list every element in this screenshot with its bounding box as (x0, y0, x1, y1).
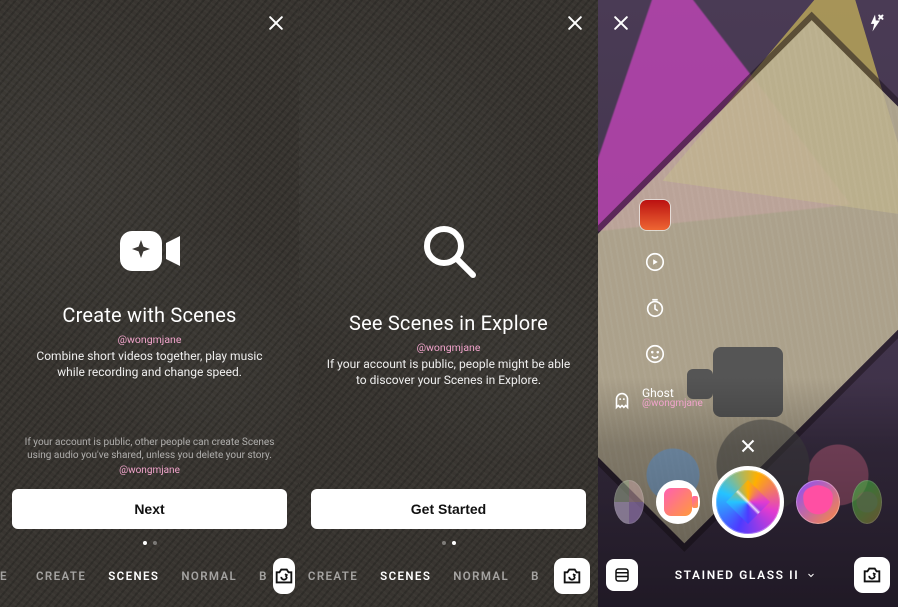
switch-camera-button[interactable] (554, 558, 590, 594)
effect-thumb[interactable] (614, 480, 644, 524)
mode-normal[interactable]: NORMAL (453, 569, 509, 583)
mode-partial-left[interactable]: E (0, 569, 14, 583)
switch-camera-button[interactable] (273, 558, 295, 594)
mode-scenes[interactable]: SCENES (380, 569, 431, 583)
switch-camera-button[interactable] (854, 557, 890, 593)
search-icon (417, 219, 481, 287)
speed-icon[interactable] (641, 248, 669, 276)
scenes-camera-icon (114, 227, 186, 279)
close-icon[interactable] (263, 10, 289, 36)
chevron-down-icon (805, 569, 817, 581)
timer-icon[interactable] (641, 294, 669, 322)
effect-tools-column: Ghost @wongmjane (608, 200, 703, 414)
mode-partial-right[interactable]: B (259, 569, 273, 583)
camera-effects-panel: Ghost @wongmjane STAINED GLASS II (598, 0, 898, 607)
onboarding-footnote: If your account is public, other people … (12, 436, 287, 477)
flash-icon[interactable] (862, 10, 888, 36)
camera-mode-row: E CREATE SCENES NORMAL B (0, 557, 299, 595)
onboarding-panel-1: Create with Scenes @wongmjane Combine sh… (0, 0, 299, 607)
mode-scenes[interactable]: SCENES (108, 569, 159, 583)
mode-create[interactable]: CREATE (36, 569, 86, 583)
mode-create[interactable]: CREATE (308, 569, 358, 583)
watermark: @wongmjane (642, 398, 703, 409)
effect-name-dropdown[interactable]: STAINED GLASS II (638, 568, 854, 582)
effects-carousel[interactable] (598, 463, 898, 541)
onboarding-subtitle: If your account is public, people might … (323, 356, 574, 388)
onboarding-title: See Scenes in Explore (349, 311, 548, 335)
onboarding-title: Create with Scenes (62, 303, 236, 327)
camera-mode-row: CREATE SCENES NORMAL B (299, 557, 598, 595)
onboarding-subtitle: Combine short videos together, play musi… (24, 348, 275, 380)
ghost-icon[interactable] (608, 386, 636, 414)
effects-smiley-icon[interactable] (641, 340, 669, 368)
watermark: @wongmjane (118, 333, 182, 346)
watermark: @wongmjane (12, 464, 287, 477)
page-indicator (0, 541, 299, 545)
onboarding-panel-2: See Scenes in Explore @wongmjane If your… (299, 0, 598, 607)
dismiss-effect-icon[interactable] (737, 435, 759, 457)
mode-partial-right[interactable]: B (531, 569, 545, 583)
page-indicator (299, 541, 598, 545)
effect-thumb[interactable] (852, 480, 882, 524)
audio-thumbnail[interactable] (640, 200, 670, 230)
effects-gallery-button[interactable] (606, 559, 638, 591)
get-started-button[interactable]: Get Started (311, 489, 586, 529)
next-button[interactable]: Next (12, 489, 287, 529)
watermark: @wongmjane (417, 341, 481, 354)
effect-thumb-scenes[interactable] (656, 480, 700, 524)
effect-thumb[interactable] (796, 480, 840, 524)
shutter-effect-selected[interactable] (712, 466, 784, 538)
close-icon[interactable] (608, 10, 634, 36)
mode-normal[interactable]: NORMAL (181, 569, 237, 583)
close-icon[interactable] (562, 10, 588, 36)
